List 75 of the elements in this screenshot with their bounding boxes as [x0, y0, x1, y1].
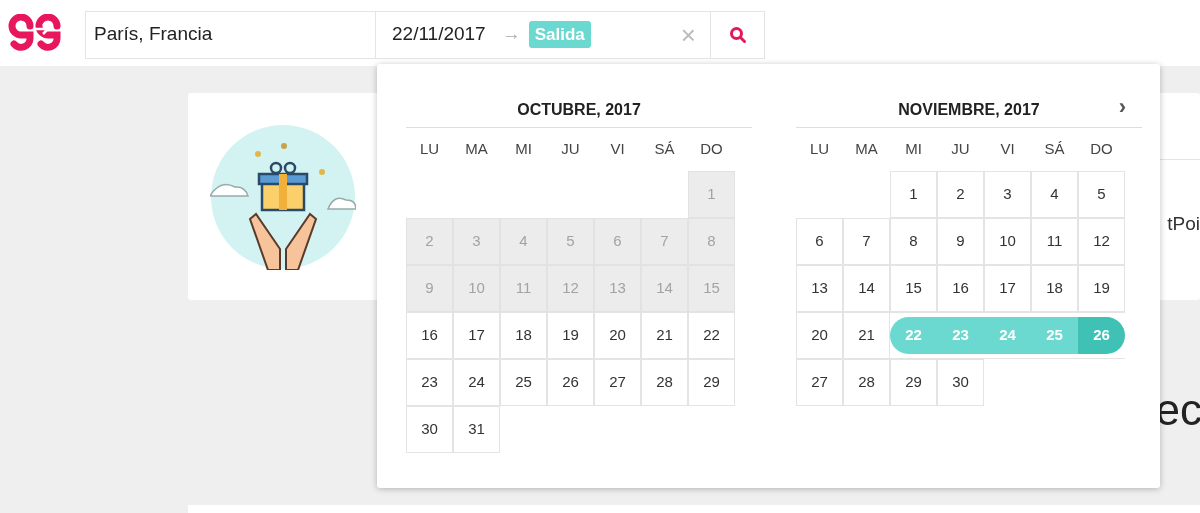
- weekday-label: JU: [950, 139, 971, 160]
- weekday-label: MI: [514, 139, 533, 160]
- calendar-day[interactable]: 15: [890, 265, 937, 312]
- calendar-day[interactable]: 11: [1031, 218, 1078, 265]
- calendar-day[interactable]: 16: [937, 265, 984, 312]
- calendar-day[interactable]: 23: [406, 359, 453, 406]
- calendar-day[interactable]: 29: [688, 359, 735, 406]
- calendar-day: 15: [688, 265, 735, 312]
- calendar-day[interactable]: 17: [984, 265, 1031, 312]
- weekday-label: MA: [854, 139, 879, 160]
- calendar-day[interactable]: 29: [890, 359, 937, 406]
- calendar-day[interactable]: 13: [796, 265, 843, 312]
- calendar-day[interactable]: 20: [796, 312, 843, 359]
- calendar-day[interactable]: 1: [890, 171, 937, 218]
- calendar-day: 14: [641, 265, 688, 312]
- weekday-label: DO: [1089, 139, 1114, 160]
- calendar-day[interactable]: 20: [594, 312, 641, 359]
- calendar-day: 2: [406, 218, 453, 265]
- weekday-label: LU: [808, 139, 831, 160]
- calendar-day[interactable]: 7: [843, 218, 890, 265]
- calendar-day[interactable]: 17: [453, 312, 500, 359]
- calendar-day[interactable]: 24: [453, 359, 500, 406]
- weekday-label: LU: [418, 139, 441, 160]
- calendar-day[interactable]: 12: [1078, 218, 1125, 265]
- calendar-day[interactable]: 27: [594, 359, 641, 406]
- calendar-day[interactable]: 6: [796, 218, 843, 265]
- calendar-day[interactable]: 4: [1031, 171, 1078, 218]
- calendar-day[interactable]: 18: [1031, 265, 1078, 312]
- calendar-day: 7: [641, 218, 688, 265]
- weekday-label: VI: [609, 139, 626, 160]
- calendar-day[interactable]: 26: [547, 359, 594, 406]
- calendar-day[interactable]: 5: [1078, 171, 1125, 218]
- calendar-day: 12: [547, 265, 594, 312]
- calendar-day[interactable]: 21: [641, 312, 688, 359]
- weekday-label: DO: [699, 139, 724, 160]
- calendar-day[interactable]: 28: [843, 359, 890, 406]
- calendar-day[interactable]: 21: [843, 312, 890, 359]
- calendar-day: 10: [453, 265, 500, 312]
- calendar-day[interactable]: 3: [984, 171, 1031, 218]
- calendar-day[interactable]: 10: [984, 218, 1031, 265]
- calendar-day: 8: [688, 218, 735, 265]
- weekday-label: MA: [464, 139, 489, 160]
- calendar-day[interactable]: 14: [843, 265, 890, 312]
- weekday-label: MI: [904, 139, 923, 160]
- weekday-label: SÁ: [1043, 139, 1066, 160]
- weekday-label: JU: [560, 139, 581, 160]
- calendar-day[interactable]: 8: [890, 218, 937, 265]
- calendar-day[interactable]: 18: [500, 312, 547, 359]
- month-title: OCTUBRE, 2017: [517, 99, 641, 120]
- month-title: NOVIEMBRE, 2017: [898, 99, 1040, 120]
- calendar-day[interactable]: 28: [641, 359, 688, 406]
- calendar-day: 5: [547, 218, 594, 265]
- calendar-day: 3: [453, 218, 500, 265]
- calendar-day: 9: [406, 265, 453, 312]
- calendar-day[interactable]: 25: [500, 359, 547, 406]
- calendar-day[interactable]: 2: [937, 171, 984, 218]
- calendar-day[interactable]: 31: [453, 406, 500, 453]
- calendar-day: 11: [500, 265, 547, 312]
- calendar-day[interactable]: 22: [688, 312, 735, 359]
- calendar-day[interactable]: 27: [796, 359, 843, 406]
- next-month-button[interactable]: ›: [1118, 96, 1126, 118]
- calendar-day[interactable]: 16: [406, 312, 453, 359]
- logo-icon[interactable]: [8, 14, 62, 52]
- weekday-label: VI: [999, 139, 1016, 160]
- calendar-day: 6: [594, 218, 641, 265]
- calendar-day[interactable]: 19: [1078, 265, 1125, 312]
- calendar-day[interactable]: 9: [937, 218, 984, 265]
- calendar-day: 4: [500, 218, 547, 265]
- calendar-day[interactable]: 30: [406, 406, 453, 453]
- calendar-day[interactable]: 19: [547, 312, 594, 359]
- calendar-day: 1: [688, 171, 735, 218]
- card-text: tPoi: [1167, 211, 1200, 236]
- calendar-day: 13: [594, 265, 641, 312]
- weekday-label: SÁ: [653, 139, 676, 160]
- calendar-day[interactable]: 30: [937, 359, 984, 406]
